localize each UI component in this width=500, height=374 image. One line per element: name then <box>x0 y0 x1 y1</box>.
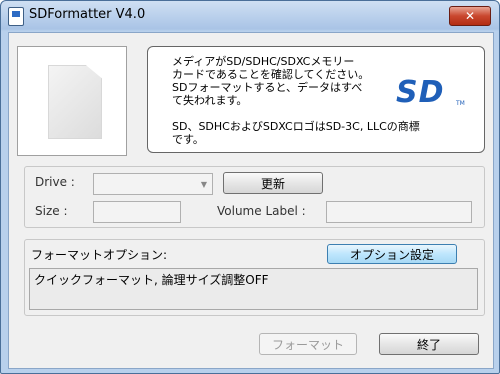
sdformatter-window: SDFormatter V4.0 ✕ メディアがSD/SDHC/SDXCメモリー… <box>0 0 500 374</box>
chevron-down-icon: ▼ <box>200 180 207 189</box>
sd-logo-icon: SD TM <box>396 75 465 107</box>
trademark-line-2: です。 <box>172 133 204 146</box>
app-icon <box>8 7 24 26</box>
format-options-summary: クイックフォーマット, 論理サイズ調整OFF <box>29 268 478 310</box>
info-message: メディアがSD/SDHC/SDXCメモリー カードであることを確認してください。… <box>172 55 394 107</box>
option-settings-button[interactable]: オプション設定 <box>327 244 457 264</box>
volume-label-field <box>326 201 472 223</box>
format-button[interactable]: フォーマット <box>259 333 357 355</box>
trademark-notice: SD、SDHCおよびSDXCロゴはSD-3C, LLCの商標 です。 <box>172 120 472 146</box>
info-line-1: メディアがSD/SDHC/SDXCメモリー <box>172 55 355 68</box>
info-line-3: SDフォーマットすると、データはすべ <box>172 81 363 94</box>
info-box: メディアがSD/SDHC/SDXCメモリー カードであることを確認してください。… <box>147 46 485 153</box>
card-image-panel <box>17 46 127 156</box>
format-options-heading: フォーマットオプション: <box>31 248 168 262</box>
window-title: SDFormatter V4.0 <box>29 7 146 22</box>
drive-select[interactable]: ▼ <box>93 173 213 195</box>
volume-label-label: Volume Label : <box>217 204 306 218</box>
client-area: メディアがSD/SDHC/SDXCメモリー カードであることを確認してください。… <box>8 32 494 369</box>
sd-logo-text: SD <box>396 75 445 107</box>
title-bar[interactable]: SDFormatter V4.0 ✕ <box>1 1 499 31</box>
size-field <box>93 201 181 223</box>
exit-button[interactable]: 終了 <box>379 333 479 355</box>
trademark-line-1: SD、SDHCおよびSDXCロゴはSD-3C, LLCの商標 <box>172 120 420 133</box>
size-label: Size : <box>35 204 68 218</box>
close-button[interactable]: ✕ <box>449 6 491 26</box>
drive-group: Drive : ▼ 更新 Size : Volume Label : <box>24 166 485 228</box>
refresh-button[interactable]: 更新 <box>223 172 323 194</box>
info-line-2: カードであることを確認してください。 <box>172 68 370 81</box>
format-options-group: フォーマットオプション: オプション設定 クイックフォーマット, 論理サイズ調整… <box>24 239 485 316</box>
drive-label: Drive : <box>35 175 75 189</box>
sd-logo-tm: TM <box>455 100 465 107</box>
info-line-4: て失われます。 <box>172 94 248 107</box>
sd-card-icon <box>48 65 102 139</box>
